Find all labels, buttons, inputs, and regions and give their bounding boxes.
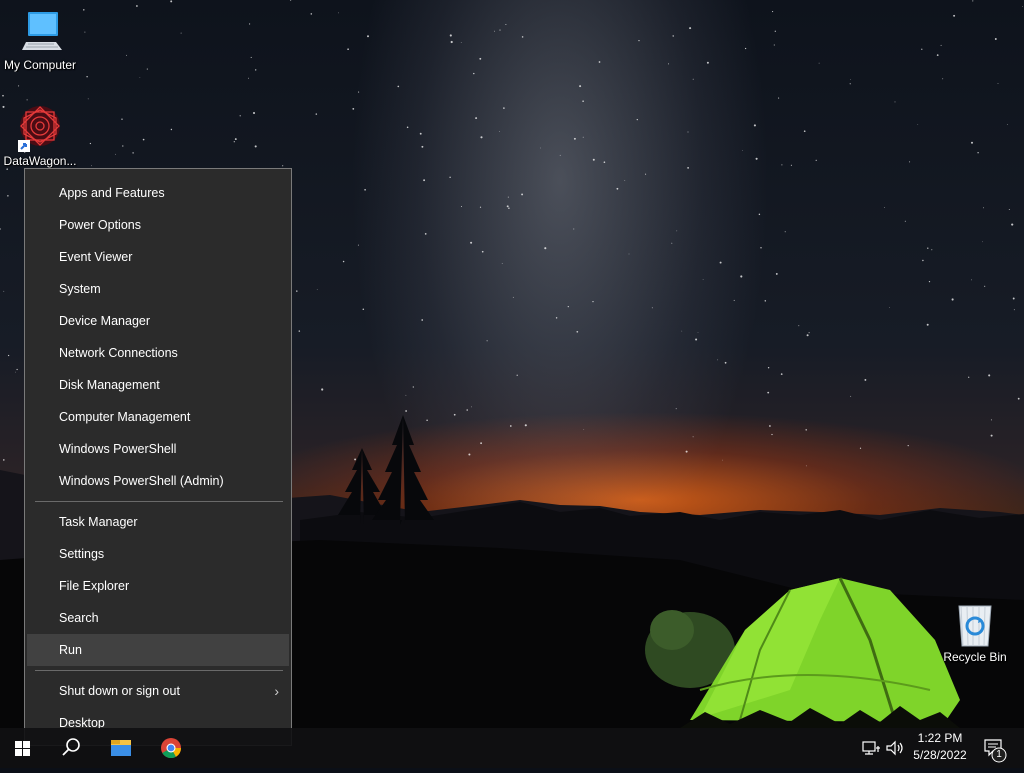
taskbar-file-explorer-button[interactable] [98,728,144,768]
menu-separator [35,501,283,502]
desktop-icon-label: DataWagon... [3,154,77,168]
clock-date: 5/28/2022 [913,748,967,762]
menu-item-windows-powershell-admin[interactable]: Windows PowerShell (Admin) [27,465,289,497]
menu-item-file-explorer[interactable]: File Explorer [27,570,289,602]
chevron-right-icon: › [274,683,279,699]
menu-item-disk-management[interactable]: Disk Management [27,369,289,401]
menu-item-search[interactable]: Search [27,602,289,634]
clock-time: 1:22 PM [917,731,963,745]
menu-item-power-options[interactable]: Power Options [27,209,289,241]
desktop-icon-recycle-bin[interactable]: Recycle Bin [935,600,1015,664]
system-clock[interactable]: 1:22 PM 5/28/2022 [904,730,976,764]
quick-link-menu: Apps and Features Power Options Event Vi… [24,168,292,746]
menu-separator [35,670,283,671]
volume-icon[interactable] [884,738,906,758]
menu-item-run[interactable]: Run [27,634,289,666]
menu-item-network-connections[interactable]: Network Connections [27,337,289,369]
taskbar: 1:22 PM 5/28/2022 1 [0,728,1024,768]
file-explorer-icon [111,740,131,756]
menu-item-apps-and-features[interactable]: Apps and Features [27,177,289,209]
menu-item-shut-down-or-sign-out[interactable]: Shut down or sign out › [27,675,289,707]
notification-count-badge: 1 [996,749,1002,760]
menu-item-windows-powershell[interactable]: Windows PowerShell [27,433,289,465]
start-button[interactable] [0,728,46,768]
datawagon-shortcut-icon [16,104,64,152]
taskbar-search-button[interactable] [48,728,94,768]
menu-item-label: Shut down or sign out [59,684,180,698]
menu-item-task-manager[interactable]: Task Manager [27,506,289,538]
search-icon [62,738,80,756]
desktop-icon-label: Recycle Bin [943,650,1007,664]
recycle-bin-icon [951,600,999,648]
network-icon[interactable] [860,738,882,758]
menu-item-device-manager[interactable]: Device Manager [27,305,289,337]
menu-item-event-viewer[interactable]: Event Viewer [27,241,289,273]
taskbar-chrome-button[interactable] [148,728,194,768]
menu-item-settings[interactable]: Settings [27,538,289,570]
chrome-icon [161,738,182,759]
computer-icon [16,8,64,56]
menu-item-computer-management[interactable]: Computer Management [27,401,289,433]
desktop-icon-label: My Computer [3,58,77,72]
desktop-icon-my-computer[interactable]: My Computer [0,8,80,72]
desktop-icon-datawagon[interactable]: DataWagon... [0,104,80,168]
start-icon [15,741,30,756]
menu-item-system[interactable]: System [27,273,289,305]
notification-center-button[interactable]: 1 [980,728,1014,768]
